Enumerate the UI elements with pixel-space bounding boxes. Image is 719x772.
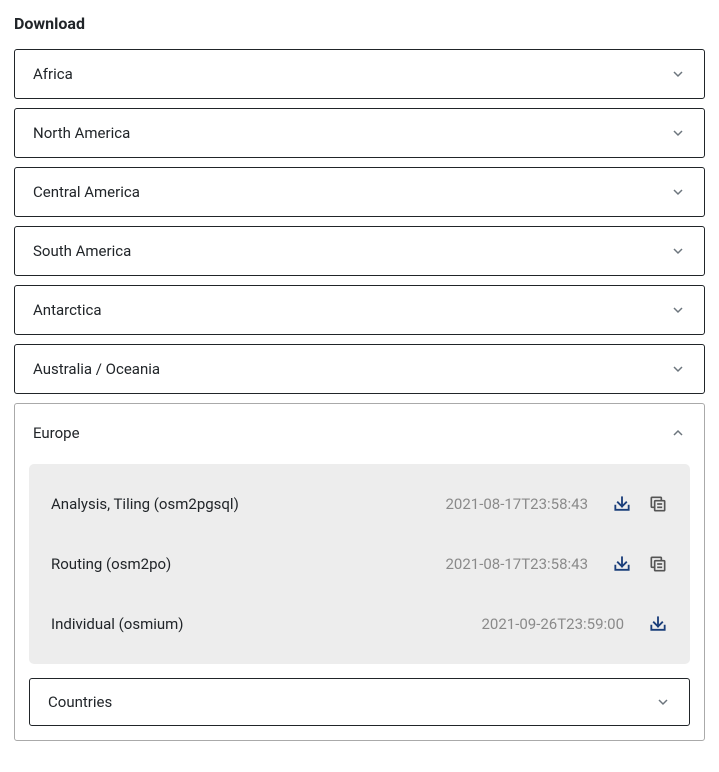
region-accordion: Africa North America Central America South … <box>14 49 705 741</box>
region-label: Europe <box>33 424 80 442</box>
region-header[interactable]: Antarctica <box>15 286 704 334</box>
region-detail-block: Analysis, Tiling (osm2pgsql) 2021-08-17T2… <box>29 464 690 664</box>
chevron-down-icon <box>670 243 686 259</box>
detail-row: Individual (osmium) 2021-09-26T23:59:00 <box>29 594 690 654</box>
download-icon[interactable] <box>612 554 632 574</box>
detail-label: Individual (osmium) <box>51 615 465 633</box>
region-item: Antarctica <box>14 285 705 335</box>
chevron-down-icon <box>655 694 671 710</box>
download-icon[interactable] <box>612 494 632 514</box>
region-item: Africa <box>14 49 705 99</box>
detail-row: Analysis, Tiling (osm2pgsql) 2021-08-17T2… <box>29 474 690 534</box>
page-title: Download <box>14 14 705 33</box>
detail-label: Analysis, Tiling (osm2pgsql) <box>51 495 429 513</box>
countries-select-label: Countries <box>48 693 112 711</box>
region-header[interactable]: Europe <box>15 404 704 464</box>
region-label: South America <box>33 242 131 260</box>
region-label: Africa <box>33 65 73 83</box>
region-item: Europe Analysis, Tiling (osm2pgsql) 2021-0… <box>14 403 705 741</box>
chevron-up-icon <box>670 425 686 441</box>
region-item: Central America <box>14 167 705 217</box>
region-header[interactable]: Africa <box>15 50 704 98</box>
region-label: North America <box>33 124 130 142</box>
region-header[interactable]: Australia / Oceania <box>15 345 704 393</box>
region-header[interactable]: North America <box>15 109 704 157</box>
region-item: North America <box>14 108 705 158</box>
detail-label: Routing (osm2po) <box>51 555 429 573</box>
copy-icon[interactable] <box>648 494 668 514</box>
chevron-down-icon <box>670 361 686 377</box>
detail-timestamp: 2021-09-26T23:59:00 <box>481 615 624 633</box>
region-header[interactable]: Central America <box>15 168 704 216</box>
detail-row: Routing (osm2po) 2021-08-17T23:58:43 <box>29 534 690 594</box>
detail-timestamp: 2021-08-17T23:58:43 <box>445 495 588 513</box>
chevron-down-icon <box>670 184 686 200</box>
chevron-down-icon <box>670 302 686 318</box>
chevron-down-icon <box>670 66 686 82</box>
region-label: Australia / Oceania <box>33 360 160 378</box>
region-label: Antarctica <box>33 301 102 319</box>
countries-select[interactable]: Countries <box>29 678 690 726</box>
region-header[interactable]: South America <box>15 227 704 275</box>
region-label: Central America <box>33 183 140 201</box>
chevron-down-icon <box>670 125 686 141</box>
download-icon[interactable] <box>648 614 668 634</box>
region-item: South America <box>14 226 705 276</box>
region-item: Australia / Oceania <box>14 344 705 394</box>
detail-timestamp: 2021-08-17T23:58:43 <box>445 555 588 573</box>
copy-icon[interactable] <box>648 554 668 574</box>
